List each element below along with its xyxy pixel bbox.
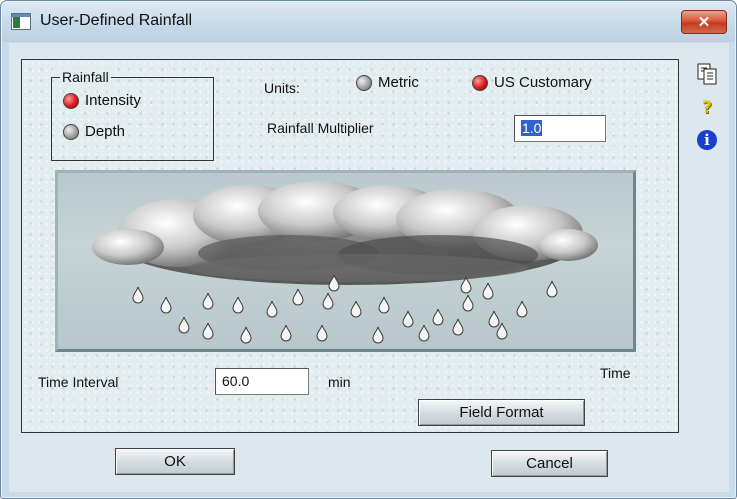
radio-us-customary-dot[interactable] [472, 74, 488, 91]
help-question-icon[interactable]: ? [689, 93, 725, 123]
radio-metric[interactable]: Metric [356, 74, 419, 91]
field-format-button[interactable]: Field Format [418, 399, 585, 426]
dialog-client-area: Rainfall Intensity Depth Units: Metric U… [9, 43, 729, 492]
window-title: User-Defined Rainfall [40, 12, 193, 29]
cancel-button[interactable]: Cancel [491, 450, 608, 477]
raindrops [132, 274, 558, 344]
radio-us-customary[interactable]: US Customary [472, 74, 592, 91]
rain-cloud-graphic [92, 181, 598, 344]
time-interval-unit: min [328, 374, 351, 390]
cloud [92, 181, 598, 285]
raindrop [372, 326, 384, 344]
rainfall-group-label: Rainfall [60, 69, 111, 85]
radio-intensity-dot[interactable] [63, 92, 79, 109]
raindrop [280, 324, 292, 342]
radio-depth-dot[interactable] [63, 123, 79, 140]
raindrop [432, 308, 444, 326]
time-interval-input[interactable]: 60.0 [215, 368, 309, 395]
raindrop [462, 294, 474, 312]
rainfall-multiplier-value: 1.0 [521, 120, 543, 136]
raindrop [322, 292, 334, 310]
raindrop [160, 296, 172, 314]
time-axis-label: Time [600, 365, 631, 381]
raindrop [418, 324, 430, 342]
raindrop [202, 292, 214, 310]
raindrop [178, 316, 190, 334]
radio-metric-label: Metric [378, 74, 419, 91]
rainfall-groupbox: Rainfall Intensity Depth [51, 69, 214, 161]
app-icon [11, 13, 31, 30]
radio-metric-dot[interactable] [356, 74, 372, 91]
raindrop [202, 322, 214, 340]
raindrop [350, 300, 362, 318]
radio-us-customary-label: US Customary [494, 74, 592, 91]
raindrop [266, 300, 278, 318]
raindrop [496, 322, 508, 340]
raindrop [316, 324, 328, 342]
rain-cloud-image [55, 170, 636, 352]
rainfall-panel: Rainfall Intensity Depth Units: Metric U… [21, 59, 679, 433]
info-glyph: i [697, 130, 717, 150]
rainfall-multiplier-input[interactable]: 1.0 [514, 115, 606, 142]
copy-icon[interactable] [689, 59, 725, 89]
ok-button[interactable]: OK [115, 448, 235, 475]
radio-depth[interactable]: Depth [63, 123, 125, 140]
raindrop [488, 310, 500, 328]
radio-intensity[interactable]: Intensity [63, 92, 141, 109]
radio-depth-label: Depth [85, 123, 126, 140]
raindrop [232, 296, 244, 314]
raindrop [292, 288, 304, 306]
units-label: Units: [264, 80, 300, 96]
raindrop [132, 286, 144, 304]
side-toolbar: ? i [689, 59, 729, 433]
raindrop [482, 282, 494, 300]
raindrop [240, 326, 252, 344]
raindrop [516, 300, 528, 318]
radio-intensity-label: Intensity [85, 92, 141, 109]
help-glyph: ? [702, 98, 712, 118]
raindrop [378, 296, 390, 314]
title-bar[interactable]: User-Defined Rainfall ✕ [2, 2, 735, 42]
raindrop [402, 310, 414, 328]
close-button[interactable]: ✕ [681, 10, 727, 34]
dialog-window: User-Defined Rainfall ✕ Rainfall Intensi… [0, 0, 737, 499]
info-icon[interactable]: i [689, 125, 725, 155]
raindrop [452, 318, 464, 336]
raindrop [546, 280, 558, 298]
rainfall-multiplier-label: Rainfall Multiplier [267, 120, 374, 136]
time-interval-label: Time Interval [38, 374, 119, 390]
